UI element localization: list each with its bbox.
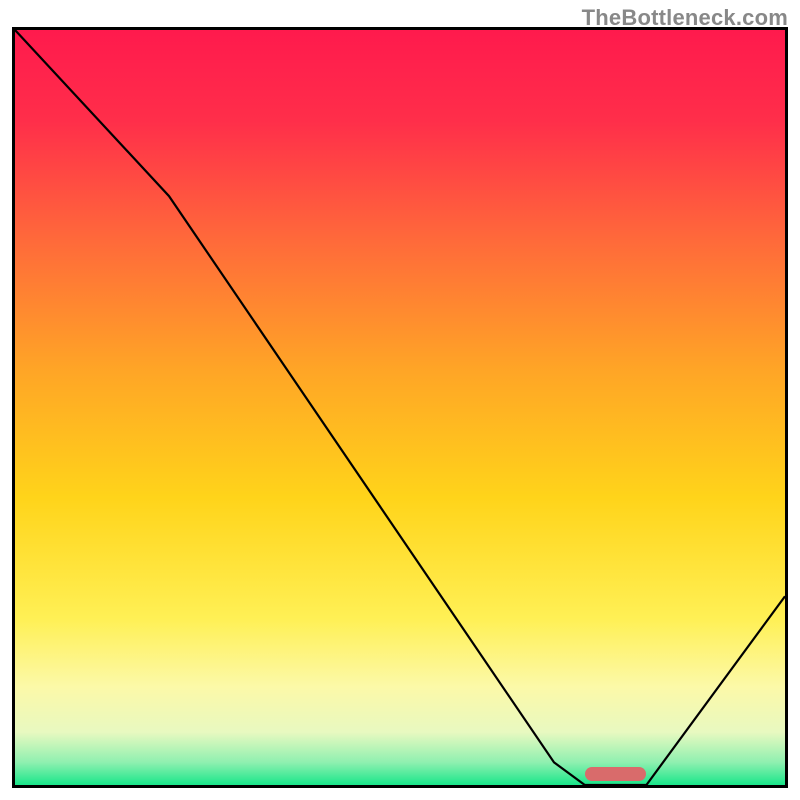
curve-path	[15, 30, 785, 785]
optimal-marker	[585, 767, 647, 781]
chart-curve	[15, 30, 785, 785]
chart-frame	[12, 27, 788, 788]
